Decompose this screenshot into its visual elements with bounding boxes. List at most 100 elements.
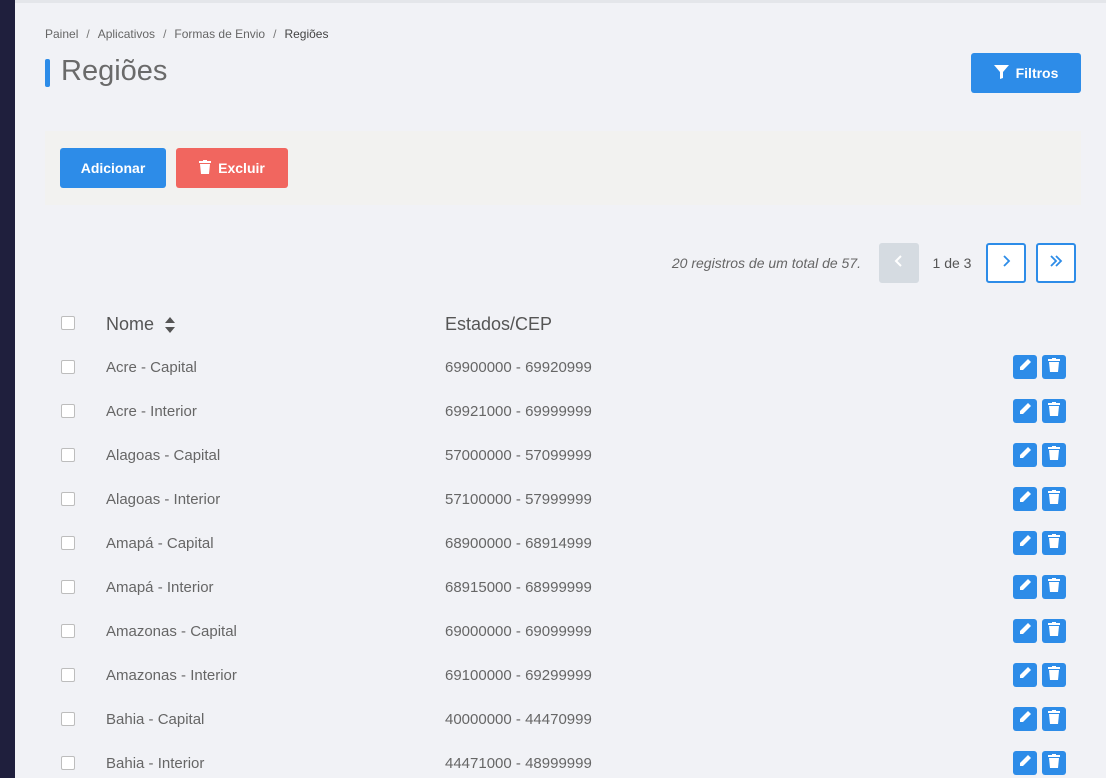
row-checkbox[interactable] [61, 536, 75, 550]
row-cep-range: 68915000 - 68999999 [445, 579, 592, 596]
pencil-icon [1019, 490, 1032, 508]
trash-icon [1048, 753, 1060, 773]
edit-button[interactable] [1013, 751, 1037, 775]
delete-row-button[interactable] [1042, 663, 1066, 687]
pencil-icon [1019, 578, 1032, 596]
row-checkbox[interactable] [61, 360, 75, 374]
chevron-left-icon [894, 254, 904, 272]
page-indicator: 1 de 3 [932, 255, 972, 271]
pagination-info: 20 registros de um total de 57. [671, 255, 861, 271]
row-name: Alagoas - Interior [106, 491, 221, 508]
pencil-icon [1019, 534, 1032, 552]
row-checkbox[interactable] [61, 580, 75, 594]
row-checkbox[interactable] [61, 492, 75, 506]
edit-button[interactable] [1013, 663, 1037, 687]
table-row: Alagoas - Capital 57000000 - 57099999 [15, 434, 1106, 478]
pencil-icon [1019, 358, 1032, 376]
row-checkbox[interactable] [61, 404, 75, 418]
delete-button[interactable]: Excluir [176, 148, 288, 188]
row-name: Amazonas - Capital [106, 623, 237, 640]
delete-row-button[interactable] [1042, 707, 1066, 731]
filter-icon [993, 64, 1009, 82]
row-cep-range: 44471000 - 48999999 [445, 755, 592, 772]
row-cep-range: 57100000 - 57999999 [445, 491, 592, 508]
delete-row-button[interactable] [1042, 575, 1066, 599]
add-button[interactable]: Adicionar [60, 148, 166, 188]
breadcrumb-current: Regiões [284, 27, 329, 41]
row-cep-range: 69000000 - 69099999 [445, 623, 592, 640]
row-name: Amapá - Interior [106, 579, 214, 596]
row-cep-range: 57000000 - 57099999 [445, 447, 592, 464]
sidebar-edge [0, 0, 15, 778]
sort-icon[interactable] [164, 316, 176, 334]
main-content: Painel / Aplicativos / Formas de Envio /… [15, 0, 1106, 778]
column-header-states: Estados/CEP [445, 314, 553, 334]
double-chevron-right-icon [1049, 254, 1063, 272]
column-header-name-label: Nome [106, 314, 155, 334]
pencil-icon [1019, 402, 1032, 420]
trash-icon [1048, 577, 1060, 597]
delete-row-button[interactable] [1042, 531, 1066, 555]
row-name: Acre - Interior [106, 403, 197, 420]
trash-icon [1048, 709, 1060, 729]
trash-icon [1048, 533, 1060, 553]
row-checkbox[interactable] [61, 668, 75, 682]
column-header-name[interactable]: Nome [106, 314, 176, 335]
next-page-button[interactable] [986, 243, 1026, 283]
trash-icon [1048, 621, 1060, 641]
edit-button[interactable] [1013, 531, 1037, 555]
row-cep-range: 69100000 - 69299999 [445, 667, 592, 684]
trash-icon [199, 159, 212, 177]
breadcrumb-item-aplicativos[interactable]: Aplicativos [98, 27, 155, 41]
last-page-button[interactable] [1036, 243, 1076, 283]
pencil-icon [1019, 754, 1032, 772]
delete-row-button[interactable] [1042, 751, 1066, 775]
edit-button[interactable] [1013, 487, 1037, 511]
delete-row-button[interactable] [1042, 619, 1066, 643]
pencil-icon [1019, 666, 1032, 684]
table-row: Amapá - Capital 68900000 - 68914999 [15, 522, 1106, 566]
trash-icon [1048, 357, 1060, 377]
row-checkbox[interactable] [61, 624, 75, 638]
title-accent-bar [45, 59, 50, 87]
edit-button[interactable] [1013, 707, 1037, 731]
prev-page-button[interactable] [879, 243, 919, 283]
filter-button-label: Filtros [1015, 65, 1059, 81]
table-row: Bahia - Capital 40000000 - 44470999 [15, 698, 1106, 742]
breadcrumb-separator: / [86, 27, 90, 41]
page-title: Regiões [61, 55, 168, 87]
select-all-checkbox[interactable] [61, 316, 75, 330]
breadcrumb-item-painel[interactable]: Painel [45, 27, 78, 41]
table-row: Amazonas - Capital 69000000 - 69099999 [15, 610, 1106, 654]
delete-button-label: Excluir [218, 160, 265, 176]
row-checkbox[interactable] [61, 712, 75, 726]
delete-row-button[interactable] [1042, 399, 1066, 423]
table-row: Alagoas - Interior 57100000 - 57999999 [15, 478, 1106, 522]
edit-button[interactable] [1013, 619, 1037, 643]
trash-icon [1048, 445, 1060, 465]
row-name: Alagoas - Capital [106, 447, 221, 464]
filter-button[interactable]: Filtros [971, 53, 1081, 93]
delete-row-button[interactable] [1042, 487, 1066, 511]
delete-row-button[interactable] [1042, 443, 1066, 467]
trash-icon [1048, 401, 1060, 421]
edit-button[interactable] [1013, 575, 1037, 599]
trash-icon [1048, 665, 1060, 685]
pencil-icon [1019, 710, 1032, 728]
table-row: Amapá - Interior 68915000 - 68999999 [15, 566, 1106, 610]
delete-row-button[interactable] [1042, 355, 1066, 379]
table-row: Acre - Interior 69921000 - 69999999 [15, 390, 1106, 434]
edit-button[interactable] [1013, 399, 1037, 423]
trash-icon [1048, 489, 1060, 509]
row-name: Bahia - Capital [106, 711, 205, 728]
edit-button[interactable] [1013, 443, 1037, 467]
row-name: Bahia - Interior [106, 755, 205, 772]
breadcrumb-item-formas-de-envio[interactable]: Formas de Envio [174, 27, 265, 41]
pencil-icon [1019, 446, 1032, 464]
row-name: Amazonas - Interior [106, 667, 237, 684]
row-checkbox[interactable] [61, 756, 75, 770]
row-checkbox[interactable] [61, 448, 75, 462]
edit-button[interactable] [1013, 355, 1037, 379]
breadcrumb-separator: / [163, 27, 167, 41]
row-name: Amapá - Capital [106, 535, 214, 552]
